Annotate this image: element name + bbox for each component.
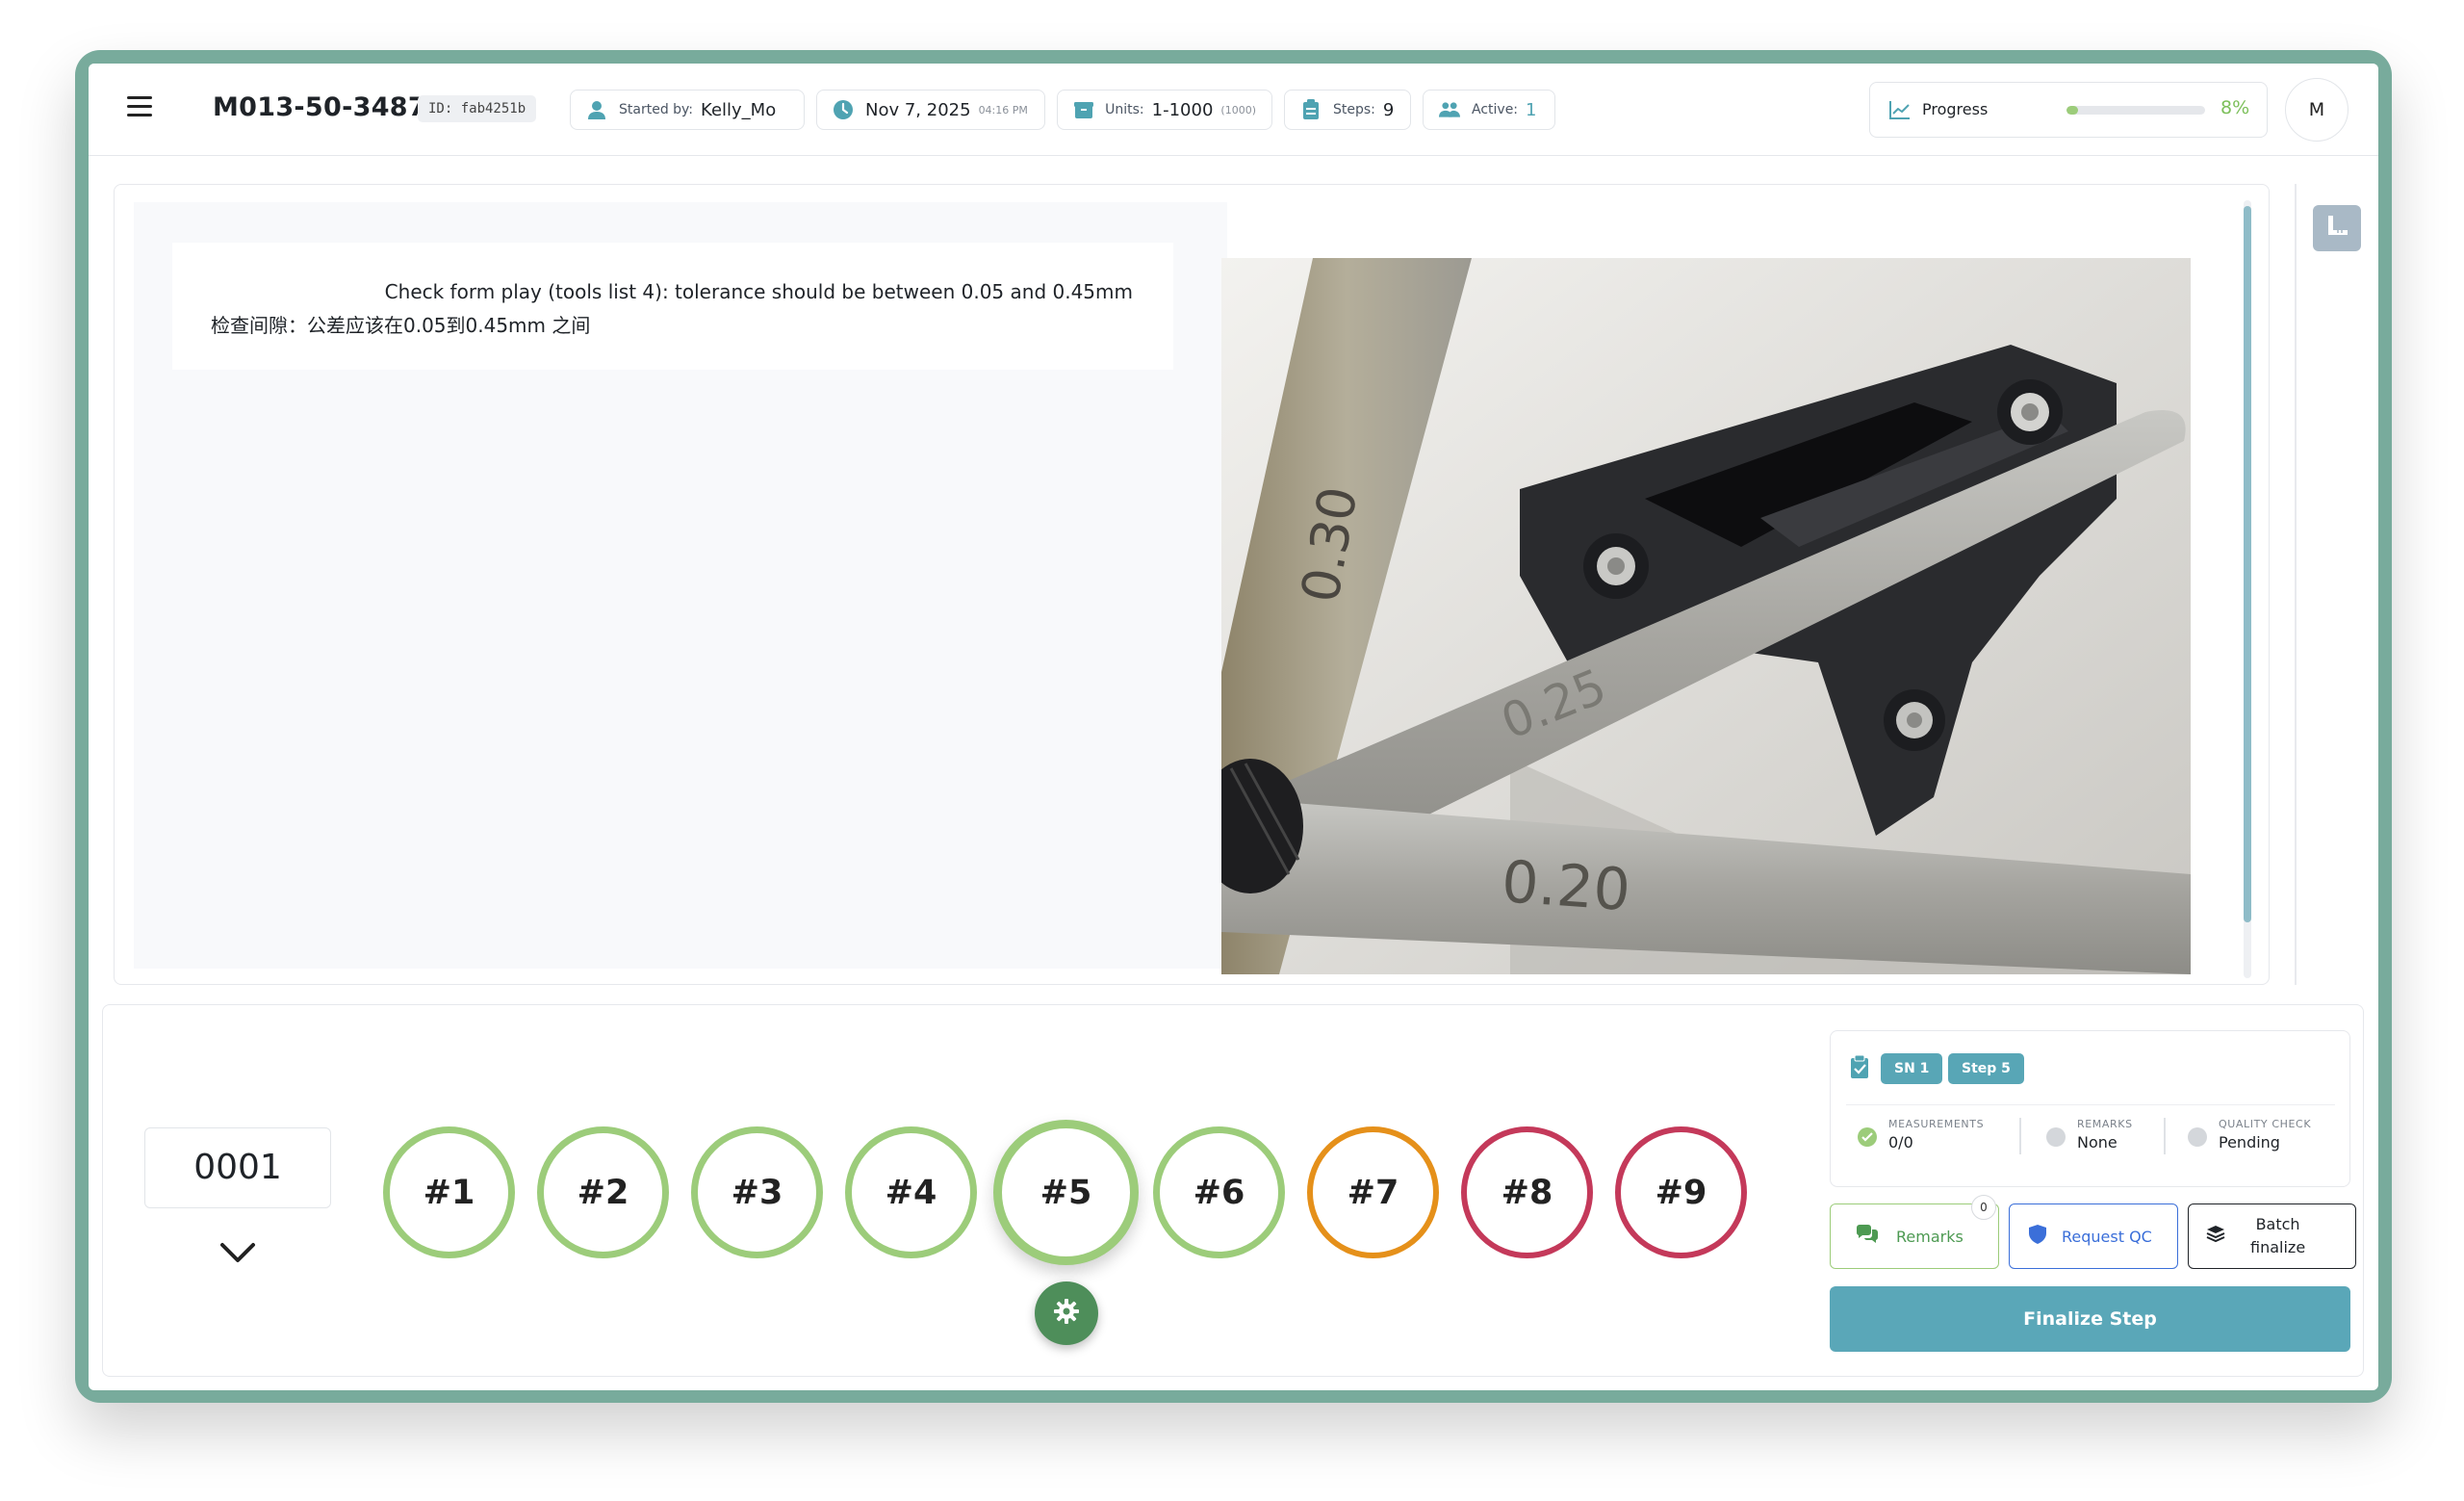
step-tag: Step 5 [1948,1053,2024,1084]
ruler-tool-button[interactable] [2313,205,2361,251]
active-value: 1 [1526,99,1537,120]
progress-indicator: Progress 8% [1869,82,2268,138]
instruction-chinese: 检查间隙：公差应该在0.05到0.45mm 之间 [211,314,591,337]
instruction-panel: Check form play (tools list 4): toleranc… [114,184,2270,985]
step-circle-4[interactable]: #4 [845,1126,977,1258]
measurements-label: MEASUREMENTS [1888,1118,1985,1130]
clipboard-check-icon [1850,1054,1869,1083]
batch-finalize-line2: finalize [2250,1238,2306,1256]
batch-finalize-line1: Batch [2255,1215,2300,1233]
batch-finalize-label: Batch finalize [2250,1213,2305,1259]
progress-bar [2066,106,2205,115]
step-navigation-panel: 0001 #1 #2 #3 #4 #5 #6 #7 #8 #9 SN 1 Ste… [102,1004,2364,1377]
gear-icon [1053,1298,1080,1329]
chevron-down-icon[interactable] [218,1241,257,1268]
date-chip: Nov 7, 2025 04:16 PM [816,90,1045,130]
serial-number-tag: SN 1 [1881,1053,1943,1084]
remarks-value: None [2077,1133,2118,1152]
stat-separator [2019,1118,2021,1154]
step-circle-6[interactable]: #6 [1153,1126,1285,1258]
request-qc-button[interactable]: Request QC [2009,1203,2178,1269]
step-circle-2[interactable]: #2 [537,1126,669,1258]
content-scrollbar[interactable] [2244,200,2251,978]
measurements-stat: MEASUREMENTS 0/0 [1858,1118,1985,1152]
started-by-chip: Started by: Kelly_Mo [570,90,805,130]
user-avatar[interactable]: M [2285,78,2348,142]
remarks-stat: REMARKS None [2046,1118,2133,1152]
unit-number-display[interactable]: 0001 [144,1127,331,1208]
instruction-text-area: Check form play (tools list 4): toleranc… [134,202,1227,969]
step-circle-5[interactable]: #5 [993,1120,1139,1265]
batch-finalize-button[interactable]: Batch finalize [2188,1203,2356,1269]
step-status-card: SN 1 Step 5 MEASUREMENTS 0/0 REMARKS Non… [1830,1030,2350,1187]
measurements-value: 0/0 [1888,1133,1913,1152]
instruction-english: Check form play (tools list 4): toleranc… [384,280,1133,303]
finalize-step-button[interactable]: Finalize Step [1830,1286,2350,1352]
progress-label: Progress [1922,100,1989,118]
steps-chip: Steps: 9 [1284,90,1411,130]
top-header: M013-50-3487 ID: fab4251b Started by: Ke… [89,64,2378,156]
check-circle-icon [1858,1127,1877,1147]
feeler-gauge-photo: 0.30 0.25 0.20 [1221,258,2191,974]
active-label: Active: [1472,102,1519,117]
step-circle-9[interactable]: #9 [1615,1126,1747,1258]
hamburger-menu-icon[interactable] [127,96,152,119]
chart-line-icon [1889,100,1911,123]
started-by-value: Kelly_Mo [701,99,777,120]
stat-separator [2164,1118,2166,1154]
request-qc-label: Request QC [2062,1227,2152,1246]
users-icon [1439,99,1460,120]
gauge-label-020: 0.20 [1500,848,1632,924]
step-circle-7[interactable]: #7 [1307,1126,1439,1258]
right-rail-divider [2295,184,2297,985]
status-dot-icon [2046,1127,2066,1147]
units-sub: (1000) [1220,103,1256,116]
started-by-label: Started by: [619,102,694,117]
steps-value: 9 [1382,99,1395,120]
quality-check-value: Pending [2219,1133,2280,1152]
remarks-label: REMARKS [2077,1118,2133,1130]
instruction-card: Check form play (tools list 4): toleranc… [172,243,1173,370]
units-chip: Units: 1-1000 (1000) [1057,90,1272,130]
instruction-photo: 0.30 0.25 0.20 [1221,258,2191,974]
progress-percent: 8% [2220,97,2250,118]
order-title: M013-50-3487 [213,92,426,122]
step-circle-1[interactable]: #1 [383,1126,515,1258]
step-settings-button[interactable] [1035,1281,1098,1345]
step-circle-8[interactable]: #8 [1461,1126,1593,1258]
date-time: 04:16 PM [978,103,1028,116]
quality-check-stat: QUALITY CHECK Pending [2188,1118,2312,1152]
date-value: Nov 7, 2025 [865,99,971,120]
active-chip: Active: 1 [1423,90,1555,130]
step-circle-3[interactable]: #3 [691,1126,823,1258]
comments-icon [1856,1225,1879,1248]
clipboard-icon [1300,99,1322,120]
remarks-button[interactable]: Remarks 0 [1830,1195,1999,1269]
quality-check-label: QUALITY CHECK [2219,1118,2312,1130]
steps-label: Steps: [1333,102,1375,117]
status-dot-icon [2188,1127,2207,1147]
box-icon [1073,99,1093,120]
layers-icon [2206,1225,2225,1248]
progress-bar-fill [2066,106,2078,115]
status-divider [1846,1104,2335,1105]
app-window: M013-50-3487 ID: fab4251b Started by: Ke… [89,64,2378,1390]
content-scrollbar-thumb[interactable] [2244,206,2251,922]
id-badge: ID: fab4251b [418,95,537,122]
remarks-count-badge: 0 [1971,1195,1996,1220]
user-icon [586,99,607,120]
units-label: Units: [1105,102,1144,117]
remarks-button-label: Remarks [1896,1227,1964,1246]
units-value: 1-1000 [1151,99,1214,120]
ruler-icon [2324,214,2349,243]
clock-icon [833,99,854,120]
shield-icon [2029,1225,2046,1248]
